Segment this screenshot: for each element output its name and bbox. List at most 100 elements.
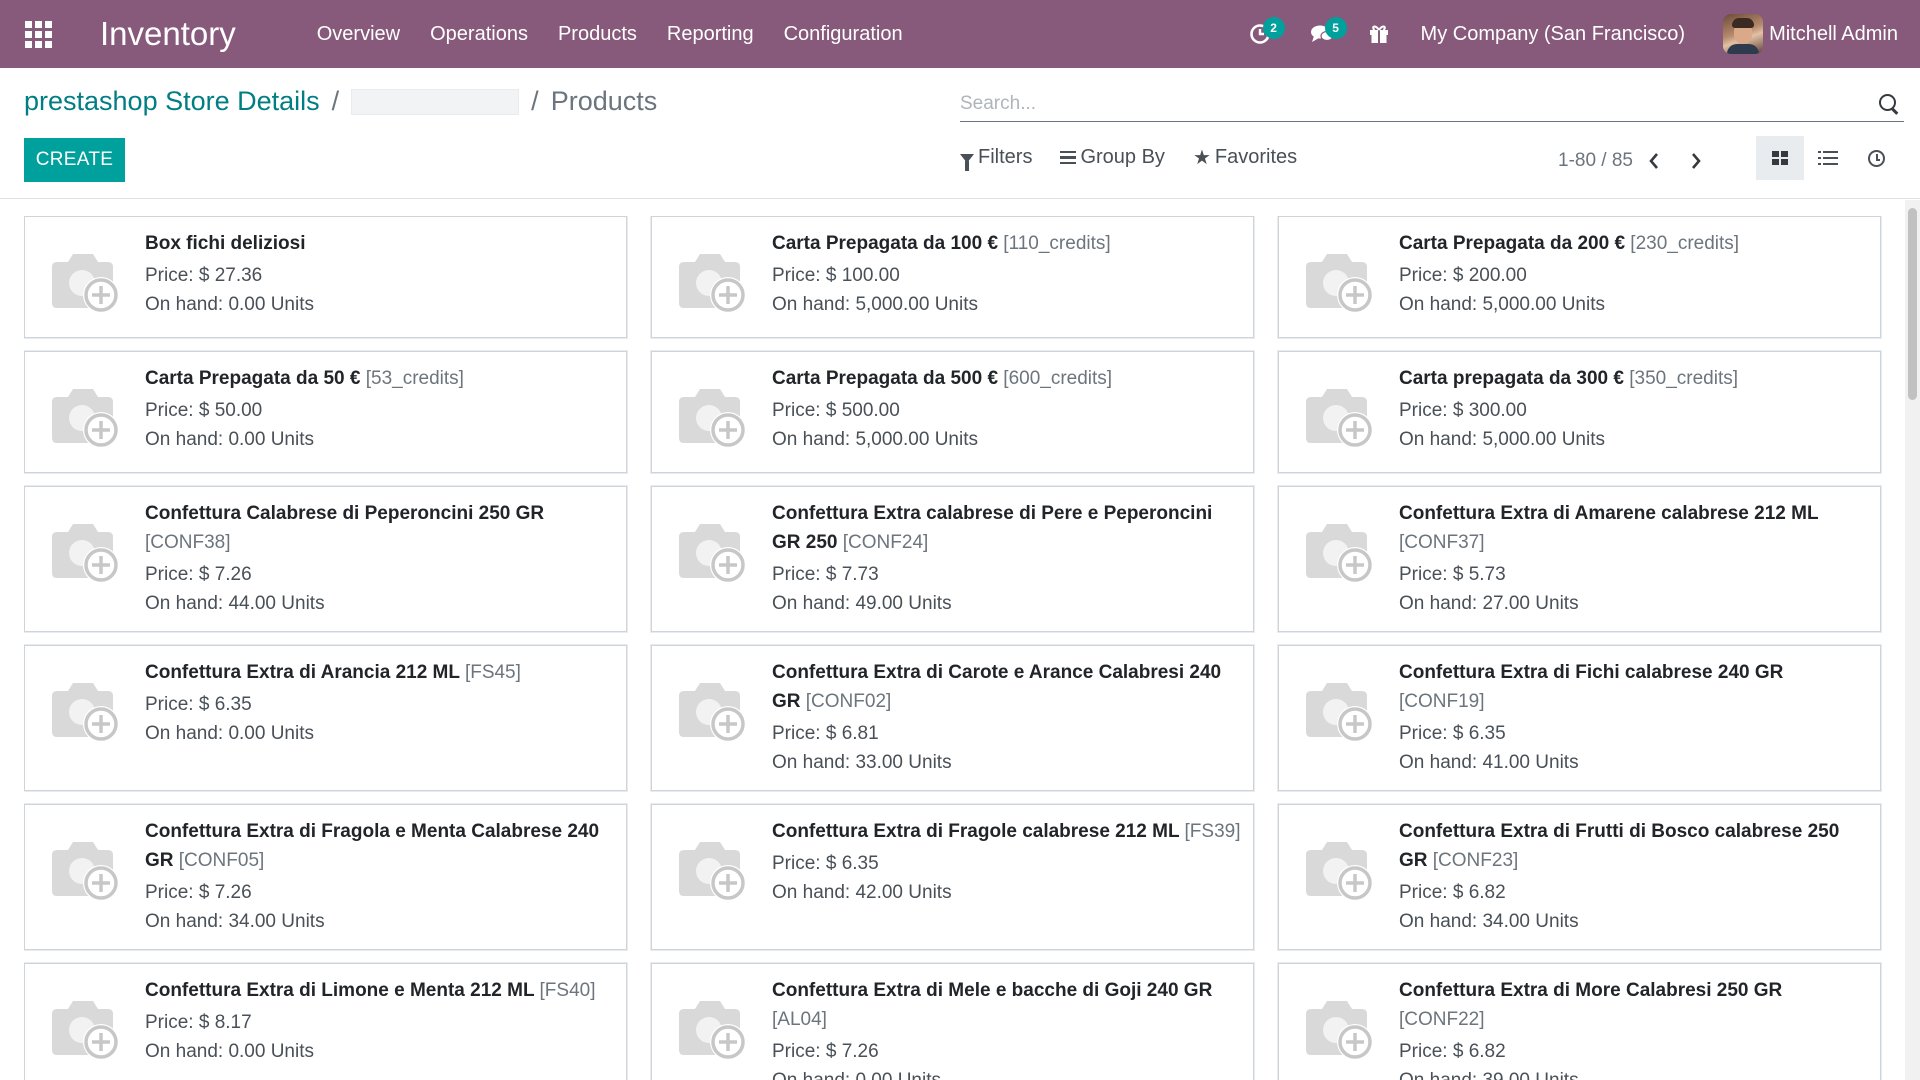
menu-item-reporting[interactable]: Reporting [652, 0, 769, 68]
product-card-body: Confettura Calabrese di Peperoncini 250 … [145, 487, 626, 631]
product-image [1279, 805, 1399, 949]
product-name-text: Carta prepagata da 300 € [1399, 368, 1624, 389]
product-card[interactable]: Confettura Extra di Fragole calabrese 21… [651, 804, 1254, 950]
create-button[interactable]: CREATE [24, 138, 125, 182]
image-placeholder-icon [679, 842, 746, 901]
product-reference: [350_credits] [1629, 368, 1739, 389]
product-card[interactable]: Confettura Calabrese di Peperoncini 250 … [24, 486, 627, 632]
product-price: Price: $ 7.26 [145, 564, 252, 585]
product-image [25, 217, 145, 337]
gift-icon [1369, 25, 1388, 43]
product-card[interactable]: Confettura Extra calabrese di Pere e Pep… [651, 486, 1254, 632]
image-placeholder-icon [52, 842, 119, 901]
product-card[interactable]: Confettura Extra di More Calabresi 250 G… [1278, 963, 1881, 1080]
app-title[interactable]: Inventory [100, 15, 236, 53]
main-menu: Overview Operations Products Reporting C… [302, 0, 918, 68]
product-name: Confettura Extra di Amarene calabrese 21… [1399, 499, 1870, 557]
product-on-hand: On hand: 34.00 Units [145, 911, 325, 932]
product-name-text: Confettura Extra di Arancia 212 ML [145, 662, 460, 683]
product-name-text: Confettura Extra di Mele e bacche di Goj… [772, 980, 1213, 1001]
pager-previous-button[interactable] [1633, 146, 1675, 176]
product-name: Confettura Extra di Fichi calabrese 240 … [1399, 658, 1870, 716]
product-on-hand: On hand: 0.00 Units [145, 723, 314, 744]
activity-menu[interactable]: 2 [1229, 0, 1291, 68]
image-placeholder-icon [52, 389, 119, 448]
product-on-hand: On hand: 39.00 Units [1399, 1066, 1870, 1080]
pager-value[interactable]: 1-80 / 85 [1558, 150, 1633, 172]
product-image [652, 964, 772, 1080]
search-icon[interactable] [1878, 93, 1900, 115]
filters-dropdown[interactable]: Filters [960, 146, 1032, 171]
list-view-button[interactable] [1804, 136, 1852, 180]
product-card-body: Confettura Extra di More Calabresi 250 G… [1399, 964, 1880, 1080]
menu-item-products[interactable]: Products [543, 0, 652, 68]
menu-item-overview[interactable]: Overview [302, 0, 415, 68]
avatar [1723, 14, 1764, 54]
product-card[interactable]: Confettura Extra di Fragola e Menta Cala… [24, 804, 627, 950]
product-name: Confettura Extra di Arancia 212 ML [FS45… [145, 658, 616, 687]
kanban-view: Box fichi deliziosi Price: $ 27.36 On han… [24, 216, 1882, 1080]
top-navbar: Inventory Overview Operations Products R… [0, 0, 1920, 68]
menu-item-configuration[interactable]: Configuration [769, 0, 918, 68]
image-placeholder-icon [1306, 1001, 1373, 1060]
product-card[interactable]: Carta prepagata da 300 € [350_credits] Pr… [1278, 351, 1881, 473]
product-card[interactable]: Carta Prepagata da 500 € [600_credits] Pr… [651, 351, 1254, 473]
kanban-view-button[interactable] [1756, 136, 1804, 180]
image-placeholder-icon [679, 389, 746, 448]
favorites-dropdown[interactable]: ★ Favorites [1193, 146, 1297, 169]
product-card[interactable]: Confettura Extra di Arancia 212 ML [FS45… [24, 645, 627, 791]
breadcrumb-store-details[interactable]: prestashop Store Details [24, 86, 320, 117]
company-switcher[interactable]: My Company (San Francisco) [1421, 23, 1686, 46]
product-on-hand: On hand: 0.00 Units [145, 1041, 314, 1062]
product-card[interactable]: Carta Prepagata da 200 € [230_credits] Pr… [1278, 216, 1881, 338]
product-card[interactable]: Confettura Extra di Amarene calabrese 21… [1278, 486, 1881, 632]
product-name: Confettura Extra di Fragola e Menta Cala… [145, 817, 616, 875]
product-price: Price: $ 5.73 [1399, 564, 1506, 585]
gift-menu[interactable] [1353, 0, 1405, 68]
systray: 2 5 My Company (San Francisco) Mitchell [1229, 0, 1920, 68]
product-card[interactable]: Confettura Extra di Mele e bacche di Goj… [651, 963, 1254, 1080]
search-input[interactable] [960, 87, 1878, 120]
pager-next-button[interactable] [1675, 146, 1717, 176]
product-card[interactable]: Carta Prepagata da 50 € [53_credits] Pric… [24, 351, 627, 473]
product-reference: [AL04] [772, 1009, 827, 1030]
product-card[interactable]: Confettura Extra di Carote e Arance Cala… [651, 645, 1254, 791]
product-card[interactable]: Box fichi deliziosi Price: $ 27.36 On han… [24, 216, 627, 338]
user-menu[interactable]: Mitchell Admin [1723, 14, 1898, 54]
product-name: Confettura Extra calabrese di Pere e Pep… [772, 499, 1243, 557]
product-name: Confettura Extra di Frutti di Bosco cala… [1399, 817, 1870, 875]
image-placeholder-icon [679, 254, 746, 313]
product-card[interactable]: Confettura Extra di Fichi calabrese 240 … [1278, 645, 1881, 791]
apps-menu-icon[interactable] [0, 0, 76, 68]
breadcrumb-redacted-item[interactable] [351, 88, 520, 115]
kanban-icon [1772, 151, 1788, 165]
breadcrumb: prestashop Store Details / / Products [24, 86, 657, 117]
star-icon: ★ [1192, 146, 1211, 169]
product-card-body: Carta Prepagata da 200 € [230_credits] Pr… [1399, 217, 1880, 337]
clock-icon [1867, 149, 1885, 167]
product-card[interactable]: Carta Prepagata da 100 € [110_credits] Pr… [651, 216, 1254, 338]
product-image [652, 805, 772, 949]
product-image [652, 217, 772, 337]
product-on-hand: On hand: 34.00 Units [1399, 911, 1579, 932]
menu-item-operations[interactable]: Operations [415, 0, 543, 68]
list-icon [1818, 150, 1838, 166]
product-image [25, 352, 145, 472]
product-card[interactable]: Confettura Extra di Frutti di Bosco cala… [1278, 804, 1881, 950]
search-bar [960, 86, 1904, 122]
chevron-right-icon [1692, 153, 1701, 169]
activity-view-button[interactable] [1852, 136, 1900, 180]
product-name: Confettura Extra di Fragole calabrese 21… [772, 817, 1243, 846]
user-name: Mitchell Admin [1769, 22, 1898, 45]
messaging-menu[interactable]: 5 [1291, 0, 1353, 68]
product-reference: [110_credits] [1003, 233, 1111, 254]
product-price: Price: $ 27.36 [145, 265, 263, 286]
product-card[interactable]: Confettura Extra di Limone e Menta 212 M… [24, 963, 627, 1080]
product-card-body: Confettura Extra di Arancia 212 ML [FS45… [145, 646, 626, 790]
groupby-dropdown[interactable]: Group By [1060, 146, 1165, 169]
product-price: Price: $ 7.26 [145, 882, 252, 903]
scrollbar[interactable] [1905, 200, 1920, 1080]
product-name-text: Carta Prepagata da 50 € [145, 368, 361, 389]
image-placeholder-icon [52, 1001, 119, 1060]
scrollbar-thumb[interactable] [1908, 208, 1917, 400]
